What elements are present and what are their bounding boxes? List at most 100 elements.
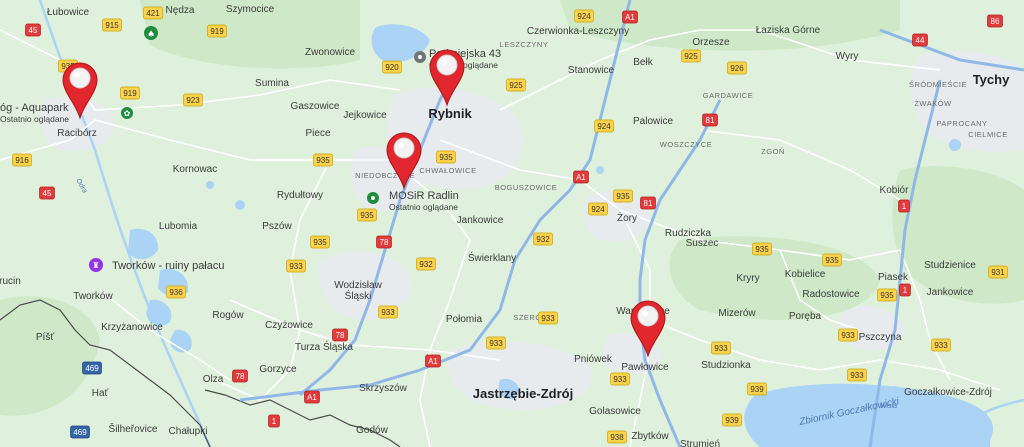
road-shield-935: 935	[877, 288, 897, 302]
road-shield-936: 936	[166, 285, 186, 299]
city-label: Hať	[92, 388, 109, 399]
road-shield-45: 45	[25, 23, 41, 37]
district-label: PAPROCANY	[936, 119, 987, 128]
road-shield-1: 1	[898, 199, 910, 213]
road-shield-932: 932	[416, 257, 436, 271]
city-label: Rybnik	[428, 106, 472, 121]
road-shield-number: 469	[85, 364, 99, 373]
city-label: Wyry	[836, 51, 859, 62]
road-shield-number: A1	[625, 13, 635, 22]
map-canvas[interactable]: LESZCZYNY GARDAWICE WOSZCZYCE ZGOŃ BOGUS…	[0, 0, 1024, 447]
city-label: Szymocice	[226, 4, 275, 15]
poi-park[interactable]: ♠	[144, 26, 158, 40]
poi-name: Tworków - ruiny pałacu	[112, 260, 225, 272]
city-label: Turza Śląska	[295, 340, 353, 353]
city-label: Lubomia	[159, 221, 198, 232]
road-shield-number: 935	[616, 192, 630, 201]
road-shield-number: 933	[541, 314, 555, 323]
road-shield-1: 1	[268, 414, 280, 428]
road-shield-78: 78	[332, 328, 348, 342]
road-shield-number: 939	[750, 385, 764, 394]
road-shield-number: 933	[289, 262, 303, 271]
road-shield-78: 78	[232, 369, 248, 383]
road-shield-number: 44	[916, 36, 925, 45]
road-shield-number: 919	[123, 89, 137, 98]
city-label: Nędza	[166, 5, 195, 16]
road-shield-number: 45	[43, 189, 52, 198]
road-shield-number: 924	[577, 12, 591, 21]
road-shield-number: A1	[307, 393, 317, 402]
map-pin-head	[393, 137, 415, 159]
road-shield-number: 935	[360, 211, 374, 220]
road-shield-81: 81	[702, 113, 718, 127]
road-shield-924: 924	[588, 202, 608, 216]
road-shield-925: 925	[681, 49, 701, 63]
road-shield-933: 933	[838, 328, 858, 342]
road-shield-1: 1	[899, 283, 911, 297]
city-label: Tychy	[973, 72, 1010, 87]
map-pin-shine	[441, 59, 447, 65]
city-label: Pawłowice	[621, 362, 669, 373]
city-label: Skrzyszów	[359, 383, 408, 394]
road-shield-number: 932	[536, 235, 550, 244]
road-shield-number: 935	[755, 245, 769, 254]
city-label: Studzionka	[701, 360, 751, 371]
city-label: Goczałkowice-Zdrój	[904, 387, 992, 398]
city-label: Jejkowice	[343, 110, 387, 121]
road-shield-number: 925	[509, 81, 523, 90]
city-label: Pszów	[262, 221, 292, 232]
road-shield-920: 920	[382, 60, 402, 74]
poi-name: óg - Aquapark	[0, 102, 69, 114]
road-shield-924: 924	[594, 119, 614, 133]
city-label: Piece	[305, 128, 330, 139]
city-label: Piasek	[878, 272, 909, 283]
road-shield-925: 925	[506, 78, 526, 92]
city-label: Olza	[203, 374, 224, 385]
map-pin-head	[436, 54, 458, 76]
road-shield-924: 924	[574, 9, 594, 23]
road-shield-86: 86	[987, 14, 1003, 28]
road-shield-number: A1	[576, 173, 586, 182]
city-label: Orzesze	[692, 37, 730, 48]
city-label: Bełk	[633, 57, 653, 68]
poi-name: MOSiR Radlin	[389, 190, 459, 202]
road-shield-421: 421	[143, 6, 163, 20]
district-label: ŚRÓDMIEŚCIE	[909, 80, 967, 89]
city-label: Šilheřovice	[109, 422, 158, 435]
city-label: Świerklany	[468, 251, 516, 264]
city-label: Poręba	[789, 311, 822, 322]
road-shield-number: 933	[934, 341, 948, 350]
road-shield-933: 933	[538, 311, 558, 325]
city-label: Rydułtowy	[277, 190, 323, 201]
road-shield-number: 1	[903, 286, 908, 295]
city-label: Łaziska Górne	[756, 25, 821, 36]
city-label: Pniówek	[574, 354, 613, 365]
city-label: Połomia	[446, 314, 483, 325]
city-label: Żory	[617, 211, 637, 224]
road-shield-81: 81	[640, 196, 656, 210]
castle-glyph: ♜	[92, 261, 99, 270]
road-shield-number: 925	[684, 52, 698, 61]
road-shield-number: 933	[613, 375, 627, 384]
road-shield-number: 45	[29, 26, 38, 35]
district-label: LESZCZYNY	[500, 40, 549, 49]
city-label: Kobiór	[880, 185, 910, 196]
city-label: Palowice	[633, 116, 673, 127]
city-label: Zwonowice	[305, 47, 355, 58]
road-shield-935: 935	[310, 235, 330, 249]
map-pin-shine	[398, 142, 404, 148]
city-label: Jankowice	[457, 215, 504, 226]
district-label: ZGOŃ	[761, 147, 785, 156]
road-shield-933: 933	[931, 338, 951, 352]
road-shield-number: 920	[385, 63, 399, 72]
city-label-line: Śląski	[345, 289, 372, 302]
district-label: BOGUSZOWICE	[495, 183, 558, 192]
city-label: Stanowice	[568, 65, 615, 76]
road-shield-number: 933	[714, 344, 728, 353]
city-label: Czyżowice	[265, 320, 313, 331]
road-shield-933: 933	[378, 305, 398, 319]
road-shield-number: 938	[610, 433, 624, 442]
road-shield-number: 81	[706, 116, 715, 125]
road-shield-A1: A1	[573, 170, 589, 184]
road-shield-933: 933	[486, 336, 506, 350]
